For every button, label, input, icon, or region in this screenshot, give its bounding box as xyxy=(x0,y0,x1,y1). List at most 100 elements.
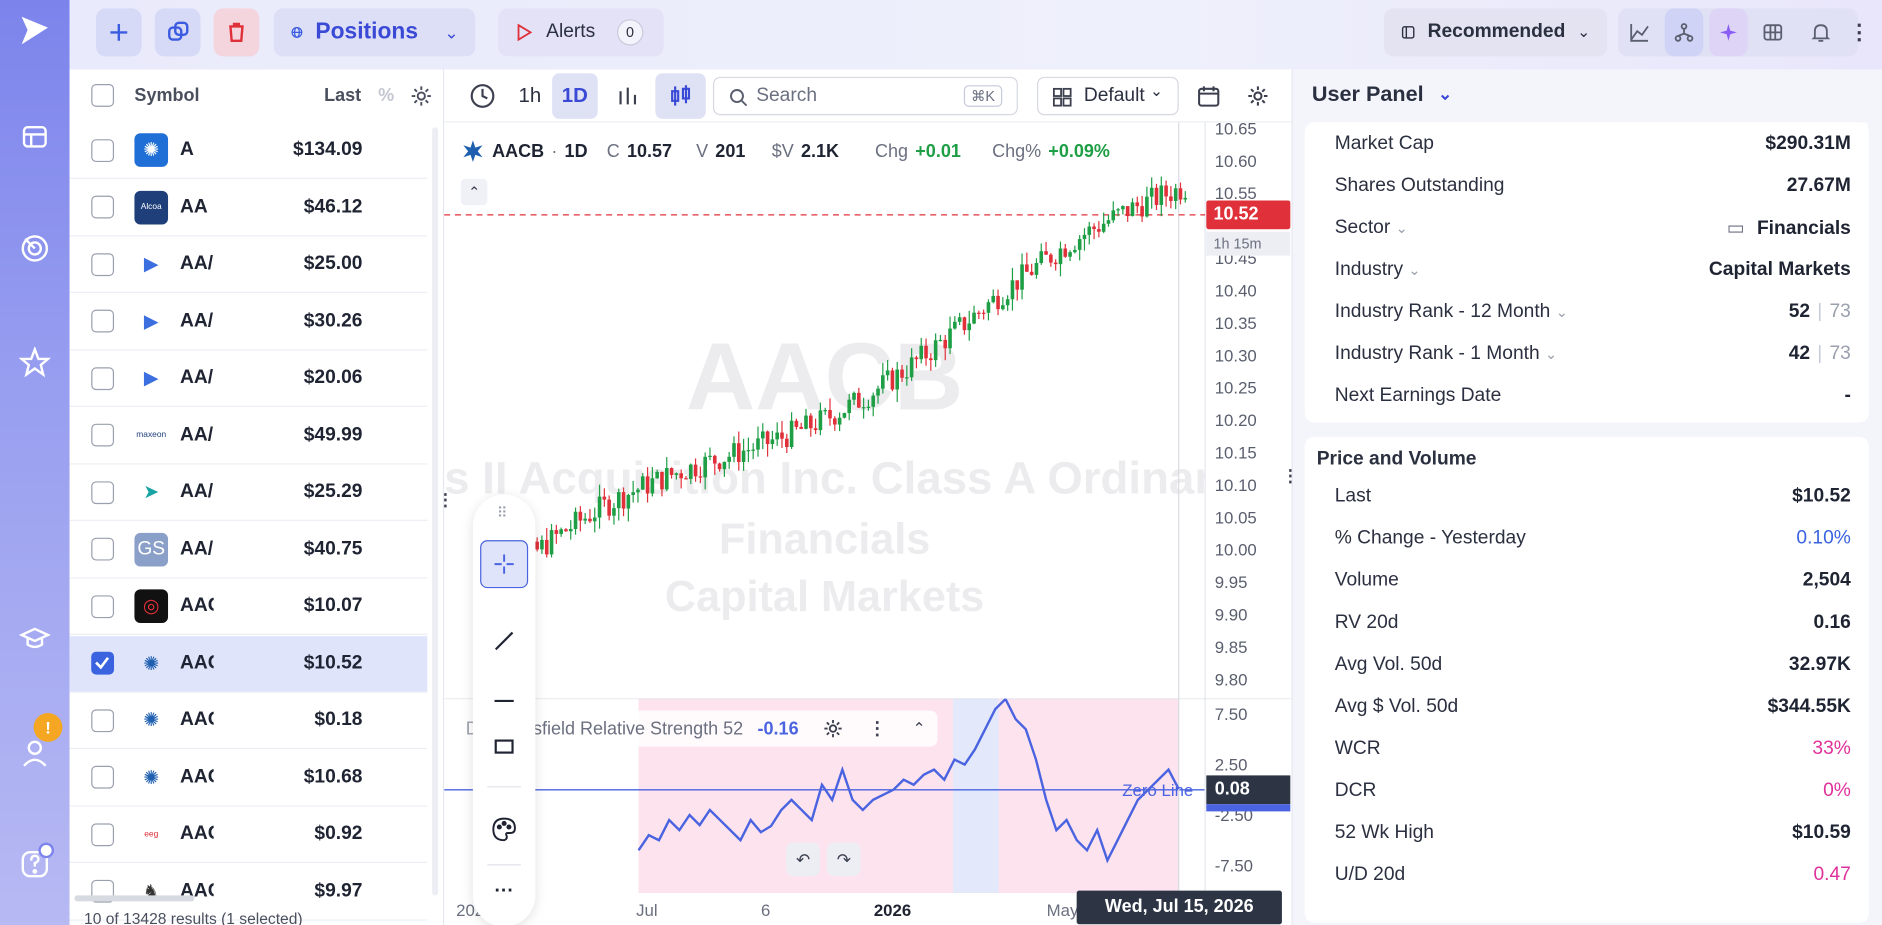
candle-body xyxy=(914,357,919,360)
row-checkbox[interactable] xyxy=(91,138,115,162)
row-checkbox[interactable] xyxy=(91,366,115,390)
radar-icon[interactable] xyxy=(14,228,55,269)
symbol-search-input[interactable]: Search ⌘K xyxy=(712,76,1018,116)
table-row[interactable]: ✺ AAC $10.68 xyxy=(69,750,428,807)
toolbar-divider xyxy=(487,864,521,866)
table-row[interactable]: ➤ AA/ $25.29 xyxy=(69,465,428,521)
chart-toolbar: 1h 1D Search ⌘K Default ⌄ xyxy=(444,70,1292,123)
candle-body xyxy=(1073,249,1077,253)
row-symbol: AA/ xyxy=(180,367,214,388)
candlestick-type-button[interactable] xyxy=(655,73,706,119)
delete-button[interactable] xyxy=(213,8,260,57)
table-row[interactable]: ▶ AA/ $25.00 xyxy=(69,236,428,293)
table-row[interactable]: eeg AAC $0.92 xyxy=(69,807,428,864)
app-logo-icon[interactable] xyxy=(14,10,55,51)
interval-1h-button[interactable]: 1h xyxy=(519,84,542,108)
column-last-header[interactable]: Last xyxy=(324,85,361,105)
row-checkbox[interactable] xyxy=(91,651,115,675)
undo-icon[interactable]: ↶ xyxy=(786,842,820,877)
positions-dropdown[interactable]: Positions ⌄ xyxy=(273,8,476,57)
candle-body xyxy=(1164,185,1168,197)
company-logo-icon: eeg xyxy=(144,830,159,839)
fundamental-row[interactable]: Industry ⌄ Capital Markets xyxy=(1310,248,1868,291)
alerts-button[interactable]: Alerts 0 xyxy=(498,8,664,57)
fundamental-row[interactable]: Industry Rank - 1 Month ⌄ 42 | 73 xyxy=(1310,332,1868,375)
metric-value: 0.10% xyxy=(1796,527,1851,548)
drag-handle-icon[interactable]: ⠿ xyxy=(497,504,508,521)
row-checkbox[interactable] xyxy=(91,252,115,276)
price-chart-svg[interactable] xyxy=(444,122,1291,699)
left-resize-handle-icon[interactable]: ⋮ xyxy=(437,490,454,510)
table-row[interactable]: GS AA/ $40.75 xyxy=(69,522,428,578)
price-volume-row: Avg Vol. 50d 32.97K xyxy=(1310,643,1868,686)
row-checkbox[interactable] xyxy=(91,765,115,789)
layout-dropdown[interactable]: Default ⌄ xyxy=(1037,76,1179,116)
top-toolbar: Positions ⌄ Alerts 0 Recommended ⌄ ⋮ xyxy=(69,0,1882,70)
fundamental-row[interactable]: Industry Rank - 12 Month ⌄ 52 | 73 xyxy=(1310,290,1868,333)
horizontal-line-tool-icon[interactable] xyxy=(492,689,516,713)
table-row[interactable]: ▶ AA/ $30.26 xyxy=(69,293,428,350)
candle-body xyxy=(847,399,852,414)
user-panel-header[interactable]: User Panel ⌄ xyxy=(1312,82,1452,107)
network-icon[interactable] xyxy=(1664,8,1704,57)
table-row[interactable]: Alcoa AA $46.12 xyxy=(69,179,428,236)
indicator-collapse-chevron-icon[interactable]: ⌃ xyxy=(913,719,926,738)
line-chart-icon[interactable] xyxy=(1620,8,1658,56)
interval-1d-button[interactable]: 1D xyxy=(552,73,598,119)
metric-label: RV 20d xyxy=(1334,611,1399,632)
collapse-legend-chevron-icon[interactable]: ⌃ xyxy=(460,178,488,206)
indicator-settings-gear-icon[interactable] xyxy=(823,718,845,740)
indicator-more-icon[interactable]: ⋮ xyxy=(868,718,886,739)
rectangle-tool-icon[interactable] xyxy=(492,735,516,759)
more-tools-icon[interactable]: ··· xyxy=(495,881,514,903)
candlestick-icon xyxy=(671,85,691,106)
candle-body xyxy=(857,392,861,408)
calendar-icon[interactable] xyxy=(1197,84,1221,108)
vertical-scrollbar[interactable] xyxy=(432,127,439,896)
duplicate-button[interactable] xyxy=(154,8,201,57)
table-settings-gear-icon[interactable] xyxy=(409,84,433,108)
candle-body xyxy=(933,340,938,361)
fundamental-row[interactable]: Sector ⌄ ▭ Financials xyxy=(1310,206,1868,249)
clock-icon[interactable] xyxy=(469,83,495,109)
candle-body xyxy=(640,476,645,490)
bar-chart-type-icon[interactable] xyxy=(616,84,640,108)
table-row[interactable]: ✺ AAC $0.18 xyxy=(69,693,428,749)
search-icon xyxy=(730,89,748,107)
table-row[interactable]: ◎ AAC $10.07 xyxy=(69,579,428,635)
row-checkbox[interactable] xyxy=(91,423,115,447)
ai-sparkle-icon[interactable] xyxy=(1709,8,1748,57)
grid-layout-icon[interactable] xyxy=(1754,8,1792,56)
row-checkbox[interactable] xyxy=(91,708,115,732)
trend-line-tool-icon[interactable] xyxy=(492,629,516,653)
row-checkbox[interactable] xyxy=(91,309,115,333)
column-pct-header[interactable]: % xyxy=(378,85,394,105)
education-icon[interactable] xyxy=(14,618,55,659)
legend-v-value: 201 xyxy=(715,141,746,162)
table-row[interactable]: ✺ A $134.09 xyxy=(69,122,428,179)
table-row[interactable]: ✺ AAC $10.52 xyxy=(69,635,428,692)
price-tick-label: 10.20 xyxy=(1214,410,1257,430)
star-icon[interactable] xyxy=(14,342,55,383)
row-checkbox[interactable] xyxy=(91,594,115,618)
palette-icon[interactable] xyxy=(491,816,517,842)
row-checkbox[interactable] xyxy=(91,537,115,561)
add-button[interactable] xyxy=(96,8,142,57)
table-row[interactable]: maxeon AA/ $49.99 xyxy=(69,408,428,464)
horizontal-scrollbar[interactable] xyxy=(74,895,195,902)
table-row[interactable]: ▶ AA/ $20.06 xyxy=(69,350,428,407)
watchlist-icon[interactable] xyxy=(14,116,55,157)
row-last-price: $40.75 xyxy=(303,538,363,559)
recommended-dropdown[interactable]: Recommended ⌄ xyxy=(1383,8,1608,57)
crosshair-tool-icon[interactable] xyxy=(480,540,529,589)
row-checkbox[interactable] xyxy=(91,195,115,219)
select-all-checkbox[interactable] xyxy=(91,84,115,107)
redo-icon[interactable]: ↷ xyxy=(827,842,861,877)
more-menu-icon[interactable]: ⋮ xyxy=(1846,8,1872,56)
chart-settings-gear-icon[interactable] xyxy=(1246,84,1270,108)
fundamental-value: 27.67M xyxy=(1786,174,1851,196)
row-checkbox[interactable] xyxy=(91,480,115,504)
bell-icon[interactable] xyxy=(1800,8,1841,56)
row-checkbox[interactable] xyxy=(91,822,115,846)
column-symbol-header[interactable]: Symbol xyxy=(134,85,199,105)
